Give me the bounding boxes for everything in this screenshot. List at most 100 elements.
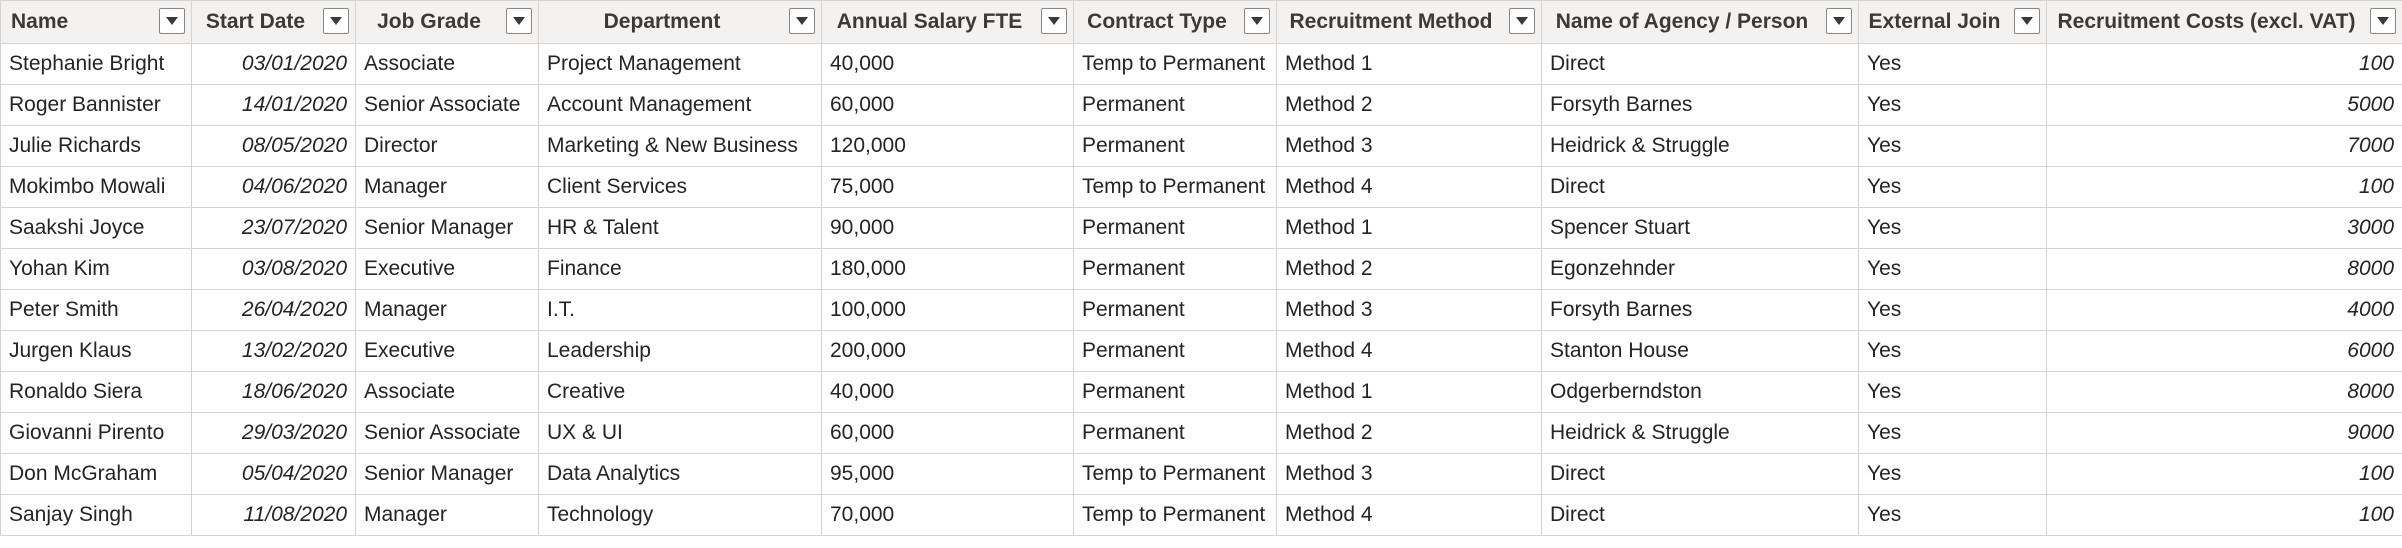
cell-name: Ronaldo Siera: [0, 371, 192, 413]
cell-job-grade: Manager: [355, 289, 539, 331]
table-body: Stephanie Bright 03/01/2020 Associate Proje…: [0, 43, 2402, 536]
cell-job-grade: Executive: [355, 248, 539, 290]
cell-contract: Temp to Permanent: [1073, 453, 1277, 495]
cell-method: Method 4: [1276, 494, 1542, 536]
cell-job-grade: Senior Associate: [355, 412, 539, 454]
cell-salary: 120,000: [821, 125, 1074, 167]
cell-method: Method 1: [1276, 43, 1542, 85]
column-header-external[interactable]: External Join: [1858, 0, 2047, 44]
filter-dropdown-button[interactable]: [1041, 8, 1067, 34]
cell-job-grade: Manager: [355, 166, 539, 208]
cell-start-date: 03/01/2020: [191, 43, 356, 85]
cell-agency: Direct: [1541, 43, 1859, 85]
cell-start-date: 29/03/2020: [191, 412, 356, 454]
cell-start-date: 11/08/2020: [191, 494, 356, 536]
column-header-method[interactable]: Recruitment Method: [1276, 0, 1542, 44]
cell-salary: 60,000: [821, 412, 1074, 454]
filter-dropdown-button[interactable]: [2370, 8, 2396, 34]
filter-dropdown-button[interactable]: [789, 8, 815, 34]
cell-method: Method 4: [1276, 166, 1542, 208]
table-row[interactable]: Mokimbo Mowali 04/06/2020 Manager Client Se…: [0, 166, 2402, 208]
cell-salary: 75,000: [821, 166, 1074, 208]
cell-department: Leadership: [538, 330, 822, 372]
cell-method: Method 3: [1276, 125, 1542, 167]
cell-cost: 100: [2046, 453, 2402, 495]
cell-salary: 70,000: [821, 494, 1074, 536]
header-row: Name Start Date Job Grade Department Annual …: [0, 0, 2402, 44]
table-row[interactable]: Ronaldo Siera 18/06/2020 Associate Creative…: [0, 371, 2402, 413]
cell-contract: Temp to Permanent: [1073, 494, 1277, 536]
cell-name: Giovanni Pirento: [0, 412, 192, 454]
cell-agency: Spencer Stuart: [1541, 207, 1859, 249]
table-row[interactable]: Roger Bannister 14/01/2020 Senior Associat…: [0, 84, 2402, 126]
table-row[interactable]: Julie Richards 08/05/2020 Director Marketin…: [0, 125, 2402, 167]
cell-start-date: 04/06/2020: [191, 166, 356, 208]
chevron-down-icon: [2377, 17, 2389, 25]
column-header-label: Recruitment Method: [1289, 10, 1493, 33]
table-row[interactable]: Giovanni Pirento 29/03/2020 Senior Associa…: [0, 412, 2402, 454]
cell-cost: 8000: [2046, 371, 2402, 413]
table-row[interactable]: Don McGraham 05/04/2020 Senior Manager Data…: [0, 453, 2402, 495]
cell-start-date: 18/06/2020: [191, 371, 356, 413]
filter-dropdown-button[interactable]: [1826, 8, 1852, 34]
column-header-start-date[interactable]: Start Date: [191, 0, 356, 44]
cell-cost: 9000: [2046, 412, 2402, 454]
cell-name: Yohan Kim: [0, 248, 192, 290]
chevron-down-icon: [166, 17, 178, 25]
cell-contract: Permanent: [1073, 207, 1277, 249]
chevron-down-icon: [513, 17, 525, 25]
cell-external: Yes: [1858, 371, 2047, 413]
cell-agency: Heidrick & Struggle: [1541, 125, 1859, 167]
chevron-down-icon: [1048, 17, 1060, 25]
cell-department: Data Analytics: [538, 453, 822, 495]
cell-start-date: 03/08/2020: [191, 248, 356, 290]
cell-agency: Direct: [1541, 453, 1859, 495]
table-row[interactable]: Peter Smith 26/04/2020 Manager I.T. 100,000 P…: [0, 289, 2402, 331]
column-header-cost[interactable]: Recruitment Costs (excl. VAT): [2046, 0, 2402, 44]
table-row[interactable]: Stephanie Bright 03/01/2020 Associate Proje…: [0, 43, 2402, 85]
cell-cost: 100: [2046, 43, 2402, 85]
cell-department: Client Services: [538, 166, 822, 208]
filter-dropdown-button[interactable]: [159, 8, 185, 34]
table-row[interactable]: Sanjay Singh 11/08/2020 Manager Technology 7…: [0, 494, 2402, 536]
data-table: Name Start Date Job Grade Department Annual …: [0, 0, 2402, 536]
column-header-contract[interactable]: Contract Type: [1073, 0, 1277, 44]
cell-department: Finance: [538, 248, 822, 290]
column-header-agency[interactable]: Name of Agency / Person: [1541, 0, 1859, 44]
cell-salary: 90,000: [821, 207, 1074, 249]
cell-contract: Permanent: [1073, 289, 1277, 331]
table-row[interactable]: Saakshi Joyce 23/07/2020 Senior Manager HR …: [0, 207, 2402, 249]
chevron-down-icon: [796, 17, 808, 25]
column-header-name[interactable]: Name: [0, 0, 192, 44]
cell-job-grade: Associate: [355, 43, 539, 85]
filter-dropdown-button[interactable]: [1509, 8, 1535, 34]
cell-job-grade: Director: [355, 125, 539, 167]
cell-salary: 100,000: [821, 289, 1074, 331]
cell-contract: Permanent: [1073, 412, 1277, 454]
column-header-job-grade[interactable]: Job Grade: [355, 0, 539, 44]
cell-start-date: 08/05/2020: [191, 125, 356, 167]
cell-salary: 200,000: [821, 330, 1074, 372]
cell-contract: Temp to Permanent: [1073, 43, 1277, 85]
column-header-label: Recruitment Costs (excl. VAT): [2057, 10, 2356, 33]
cell-salary: 40,000: [821, 43, 1074, 85]
column-header-department[interactable]: Department: [538, 0, 822, 44]
cell-method: Method 2: [1276, 248, 1542, 290]
table-row[interactable]: Yohan Kim 03/08/2020 Executive Finance 180,0…: [0, 248, 2402, 290]
filter-dropdown-button[interactable]: [323, 8, 349, 34]
filter-dropdown-button[interactable]: [2014, 8, 2040, 34]
cell-job-grade: Senior Manager: [355, 207, 539, 249]
cell-agency: Stanton House: [1541, 330, 1859, 372]
cell-agency: Direct: [1541, 494, 1859, 536]
cell-external: Yes: [1858, 494, 2047, 536]
cell-cost: 7000: [2046, 125, 2402, 167]
filter-dropdown-button[interactable]: [1244, 8, 1270, 34]
table-row[interactable]: Jurgen Klaus 13/02/2020 Executive Leadershi…: [0, 330, 2402, 372]
cell-external: Yes: [1858, 412, 2047, 454]
cell-method: Method 4: [1276, 330, 1542, 372]
column-header-salary[interactable]: Annual Salary FTE: [821, 0, 1074, 44]
chevron-down-icon: [2021, 17, 2033, 25]
filter-dropdown-button[interactable]: [506, 8, 532, 34]
cell-name: Jurgen Klaus: [0, 330, 192, 372]
cell-external: Yes: [1858, 84, 2047, 126]
